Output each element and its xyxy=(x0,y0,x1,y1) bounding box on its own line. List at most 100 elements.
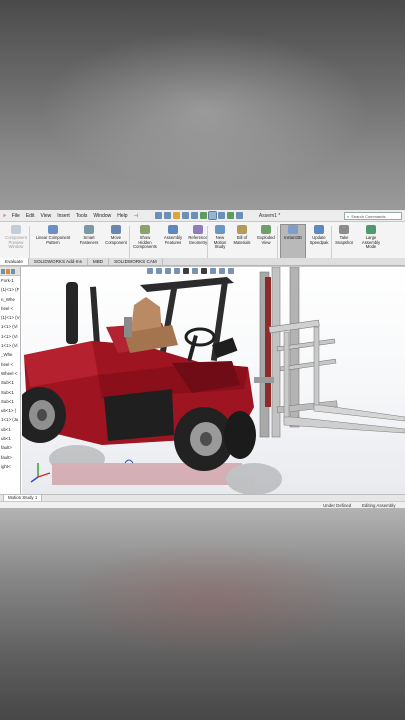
config-manager-tab-icon[interactable] xyxy=(11,268,15,274)
select-icon[interactable] xyxy=(207,211,217,220)
menu-edit[interactable]: Edit xyxy=(23,213,38,219)
menu-window[interactable]: Window xyxy=(90,213,114,219)
feature-tree-item[interactable]: ight< xyxy=(0,462,20,471)
ribbon-button-show-hidden[interactable]: Show Hidden Components xyxy=(132,225,158,250)
feature-tree-item[interactable]: (1)<1> (V xyxy=(0,313,20,322)
zoom-area-icon[interactable] xyxy=(156,268,162,274)
background-haze xyxy=(40,30,370,190)
display-style-icon[interactable] xyxy=(192,268,198,274)
feature-tree-item[interactable]: fault> xyxy=(0,443,20,452)
section-view-icon[interactable] xyxy=(174,268,180,274)
status-bar: Under Defined Editing Assembly xyxy=(0,501,405,508)
ribbon-button-preview-window[interactable]: Component Preview Window xyxy=(3,225,29,250)
home-icon[interactable] xyxy=(154,212,162,219)
ribbon-button-motion-study[interactable]: New Motion Study xyxy=(210,225,230,250)
blurred-background-bottom xyxy=(0,508,405,720)
rebuild-icon[interactable] xyxy=(217,212,225,219)
feature-manager-tabs xyxy=(0,267,20,276)
reference-geometry-icon xyxy=(193,225,203,234)
bom-icon xyxy=(237,225,247,234)
ribbon-button-label: Instant3D xyxy=(284,235,302,240)
undo-icon[interactable] xyxy=(199,212,207,219)
ribbon-button-fastener[interactable]: Smart Fasteners xyxy=(78,225,100,245)
graphics-viewport[interactable] xyxy=(22,267,405,494)
ribbon-button-label: Show Hidden Components xyxy=(133,235,157,250)
edit-appearance-icon[interactable] xyxy=(210,268,216,274)
feature-tree-item[interactable]: _Whe xyxy=(0,350,20,359)
preview-window-icon xyxy=(11,225,21,234)
pin-icon[interactable]: ⊣ xyxy=(131,213,141,219)
property-manager-tab-icon[interactable] xyxy=(6,268,10,274)
options-icon[interactable] xyxy=(226,212,234,219)
menu-bar: » File Edit View Insert Tools Window Hel… xyxy=(0,210,405,222)
search-commands-input[interactable]: ⌕ Search Commands xyxy=(344,212,402,220)
ribbon-button-label: Smart Fasteners xyxy=(79,235,99,245)
tab-evaluate[interactable]: Evaluate xyxy=(0,258,29,265)
menu-insert[interactable]: Insert xyxy=(54,213,73,219)
tab-solidworks-cam[interactable]: SOLIDWORKS CAM xyxy=(109,258,163,265)
new-document-icon[interactable] xyxy=(163,212,171,219)
menu-file[interactable]: File xyxy=(9,213,23,219)
previous-view-icon[interactable] xyxy=(165,268,171,274)
ribbon-button-large-assembly[interactable]: Large Assembly Mode xyxy=(358,225,384,250)
fastener-icon xyxy=(84,225,94,234)
feature-tree-item[interactable]: ub<1 xyxy=(0,425,20,434)
ribbon-button-label: Take Snapshot xyxy=(335,235,353,245)
file-properties-icon[interactable] xyxy=(235,212,243,219)
forklift-model[interactable] xyxy=(22,267,405,494)
feature-tree-item[interactable]: n_Whe xyxy=(0,295,20,304)
open-icon[interactable] xyxy=(172,212,180,219)
feature-tree-tab-icon[interactable] xyxy=(1,268,5,274)
feature-tree-item[interactable]: (1)<1> (F xyxy=(0,285,20,294)
feature-tree-item[interactable]: Sub<1 xyxy=(0,388,20,397)
ribbon-button-label: Bill of Materials xyxy=(233,235,251,245)
menu-help[interactable]: Help xyxy=(114,213,130,219)
ribbon-button-exploded-view[interactable]: Exploded View xyxy=(255,225,277,245)
save-icon[interactable] xyxy=(181,212,189,219)
ribbon-button-label: Update Speedpak xyxy=(309,235,329,245)
feature-tree-item[interactable]: heel < xyxy=(0,360,20,369)
hide-show-icon[interactable] xyxy=(201,268,207,274)
feature-tree-item[interactable]: fault> xyxy=(0,453,20,462)
solidworks-logo-icon[interactable]: » xyxy=(0,213,9,219)
feature-tree-item[interactable]: heel < xyxy=(0,304,20,313)
feature-tree-item[interactable]: Fork-1 xyxy=(0,276,20,285)
feature-tree-item[interactable]: 1<1> (Vi xyxy=(0,341,20,350)
ribbon-button-instant3d[interactable]: Instant3D xyxy=(280,224,306,260)
ribbon-button-pattern[interactable]: Linear Component Pattern xyxy=(32,225,74,245)
ribbon-button-label: New Motion Study xyxy=(213,235,227,250)
search-icon: ⌕ xyxy=(347,213,350,219)
command-manager-tabs: Evaluate SOLIDWORKS Add-Ins MBD SOLIDWORKS … xyxy=(0,258,405,266)
speedpak-icon xyxy=(314,225,324,234)
print-icon[interactable] xyxy=(190,212,198,219)
instant3d-icon xyxy=(288,225,298,234)
mast-assembly xyxy=(254,267,405,438)
view-settings-icon[interactable] xyxy=(228,268,234,274)
apply-scene-icon[interactable] xyxy=(219,268,225,274)
ribbon-button-label: Exploded View xyxy=(257,235,275,245)
feature-tree-item[interactable]: Sub<1 xyxy=(0,397,20,406)
feature-tree-item[interactable]: Sub<1 xyxy=(0,378,20,387)
feature-tree-item[interactable]: 1<1> (Ju xyxy=(0,415,20,424)
ribbon-button-assembly-features[interactable]: Assembly Features xyxy=(162,225,184,245)
quick-access-toolbar xyxy=(154,211,243,220)
feature-tree-item[interactable]: ub<1 xyxy=(0,434,20,443)
tab-mbd[interactable]: MBD xyxy=(88,258,110,265)
feature-tree-item[interactable]: 1<1> (Vi xyxy=(0,322,20,331)
menu-view[interactable]: View xyxy=(37,213,54,219)
feature-tree-item[interactable]: ub<1> ( xyxy=(0,406,20,415)
ribbon-button-bom[interactable]: Bill of Materials xyxy=(232,225,252,245)
ribbon-button-move-component[interactable]: Move Component xyxy=(104,225,128,245)
view-orientation-icon[interactable] xyxy=(183,268,189,274)
move-component-icon xyxy=(111,225,121,234)
menu-tools[interactable]: Tools xyxy=(73,213,91,219)
feature-tree-item[interactable]: 1<1> (Vi xyxy=(0,332,20,341)
ribbon-button-snapshot[interactable]: Take Snapshot xyxy=(334,225,354,245)
tab-solidworks-add-ins[interactable]: SOLIDWORKS Add-Ins xyxy=(29,258,88,265)
zoom-to-fit-icon[interactable] xyxy=(147,268,153,274)
ribbon-separator xyxy=(207,226,208,260)
ribbon-button-label: Reference Geometry xyxy=(188,235,208,245)
feature-tree-item[interactable]: Wheel < xyxy=(0,369,20,378)
ribbon-button-speedpak[interactable]: Update Speedpak xyxy=(308,225,330,245)
ribbon-button-label: Component Preview Window xyxy=(5,235,27,250)
